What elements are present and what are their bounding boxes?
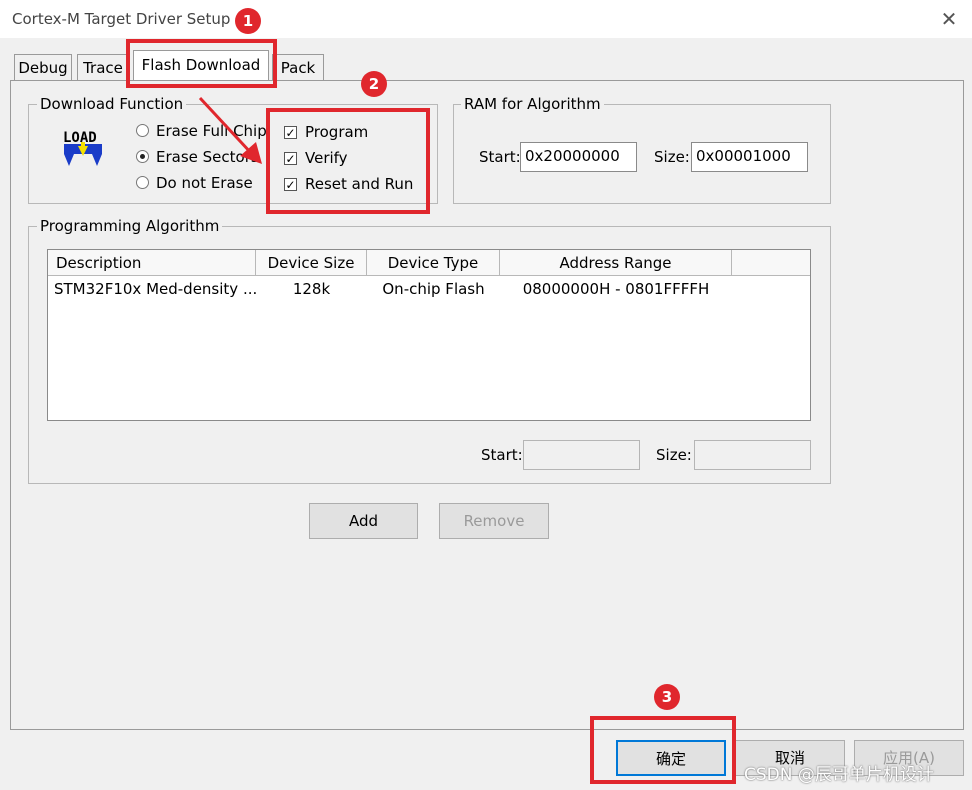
annotation-arrow — [198, 96, 262, 164]
radio-erase-sectors[interactable] — [136, 150, 149, 163]
algo-size-label: Size: — [656, 446, 692, 464]
column-header-address-range[interactable]: Address Range — [500, 250, 732, 276]
annotation-box-3 — [590, 716, 736, 784]
load-icon: LOAD — [60, 126, 106, 170]
cell-device-size: 128k — [292, 280, 331, 298]
column-header-empty — [732, 250, 810, 276]
annotation-badge-2: 2 — [361, 71, 387, 97]
table-row[interactable]: STM32F10x Med-density ... 128k On-chip F… — [48, 278, 810, 302]
tab-trace[interactable]: Trace — [77, 54, 129, 80]
programming-algorithm-legend: Programming Algorithm — [37, 217, 223, 235]
ram-start-input[interactable]: 0x20000000 — [520, 142, 637, 172]
ram-start-label: Start: — [479, 148, 521, 166]
tab-flash-download[interactable]: Flash Download — [133, 50, 269, 80]
download-function-legend: Download Function — [37, 95, 187, 113]
window-title: Cortex-M Target Driver Setup — [12, 10, 231, 28]
annotation-badge-1: 1 — [235, 8, 261, 34]
close-icon[interactable]: ✕ — [936, 6, 962, 32]
ram-size-input[interactable]: 0x00001000 — [691, 142, 808, 172]
ram-for-algorithm-legend: RAM for Algorithm — [461, 95, 604, 113]
cell-description: STM32F10x Med-density ... — [54, 280, 258, 298]
algo-start-input[interactable] — [523, 440, 640, 470]
cell-device-type: On-chip Flash — [382, 280, 485, 298]
algo-size-input[interactable] — [694, 440, 811, 470]
radio-do-not-erase[interactable] — [136, 176, 149, 189]
annotation-box-2 — [266, 108, 430, 214]
add-button[interactable]: Add — [309, 503, 418, 539]
remove-button[interactable]: Remove — [439, 503, 549, 539]
tab-pack[interactable]: Pack — [272, 54, 324, 80]
column-header-device-size[interactable]: Device Size — [256, 250, 367, 276]
column-header-device-type[interactable]: Device Type — [367, 250, 500, 276]
annotation-badge-3: 3 — [654, 684, 680, 710]
algorithm-table[interactable]: Description Device Size Device Type Addr… — [47, 249, 811, 421]
radio-erase-full-chip[interactable] — [136, 124, 149, 137]
load-icon-text: LOAD — [63, 130, 97, 146]
cell-address-range: 08000000H - 0801FFFFH — [522, 280, 710, 298]
watermark-text: CSDN @辰哥单片机设计 — [744, 765, 934, 785]
ram-size-label: Size: — [654, 148, 690, 166]
column-header-description[interactable]: Description — [48, 250, 256, 276]
algo-start-label: Start: — [481, 446, 523, 464]
do-not-erase-label[interactable]: Do not Erase — [156, 174, 253, 192]
tab-debug[interactable]: Debug — [14, 54, 72, 80]
